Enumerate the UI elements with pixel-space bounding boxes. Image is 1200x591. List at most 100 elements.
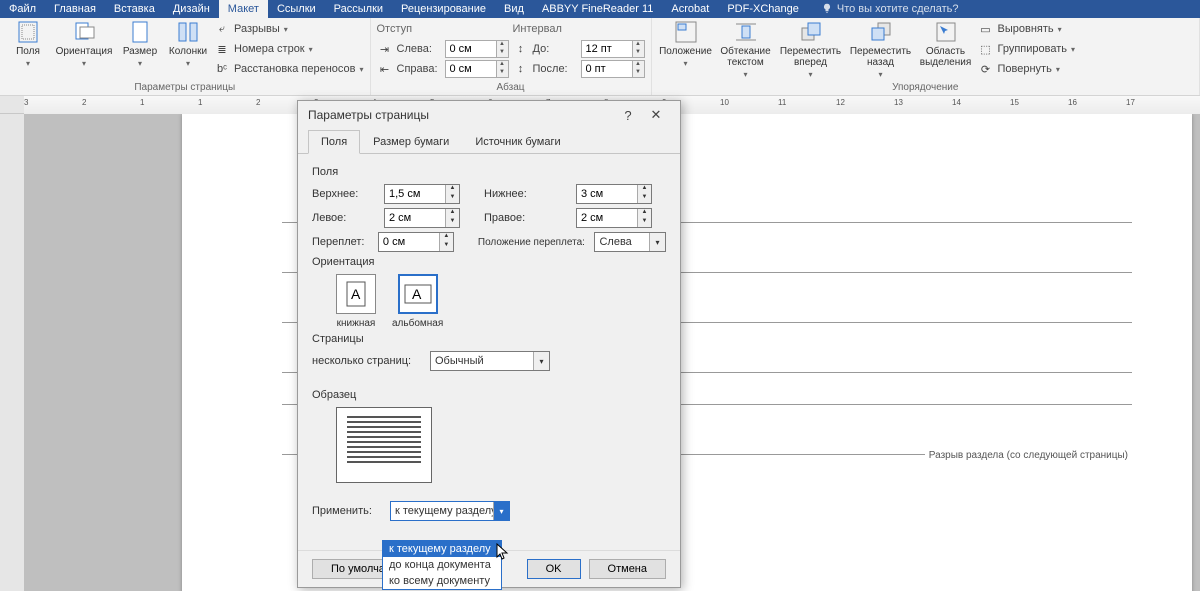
apply-option-to-end[interactable]: до конца документа — [383, 557, 501, 573]
space-after-icon: ↕ — [513, 61, 529, 77]
top-margin-input[interactable]: ▲▼ — [384, 184, 460, 204]
lightbulb-icon — [821, 3, 833, 15]
svg-text:A: A — [351, 286, 361, 302]
multi-pages-label: несколько страниц: — [312, 355, 422, 367]
breaks-icon: ⤶ — [214, 21, 230, 37]
page-setup-dialog: Параметры страницы ? ✕ Поля Размер бумаг… — [297, 100, 681, 588]
top-margin-label: Верхнее: — [312, 188, 376, 200]
align-icon: ▭ — [978, 21, 994, 37]
section-break-label: Разрыв раздела (со следующей страницы) — [925, 450, 1132, 461]
left-margin-input[interactable]: ▲▼ — [384, 208, 460, 228]
gutter-label: Переплет: — [312, 236, 370, 248]
bring-forward-icon — [799, 20, 823, 44]
orientation-portrait[interactable]: A книжная — [336, 274, 376, 329]
line-numbers-button[interactable]: ≣Номера строк ▾ — [214, 40, 364, 58]
multi-pages-select[interactable]: Обычный▾ — [430, 351, 550, 371]
right-margin-label: Правое: — [484, 212, 568, 224]
margins-header: Поля — [312, 166, 666, 178]
preview-pane — [336, 407, 432, 483]
bring-forward-button[interactable]: Переместить вперед▾ — [778, 20, 844, 79]
ribbon: Поля▾ Ориентация▾ Размер▾ Колонки▾ ⤶Разр… — [0, 18, 1200, 96]
gutter-pos-select[interactable]: Слева▾ — [594, 232, 666, 252]
gutter-input[interactable]: ▲▼ — [378, 232, 454, 252]
menu-insert[interactable]: Вставка — [105, 0, 164, 18]
menu-mailings[interactable]: Рассылки — [325, 0, 392, 18]
ok-button[interactable]: OK — [527, 559, 581, 579]
apply-to-dropdown: к текущему разделу до конца документа ко… — [382, 540, 502, 590]
menu-view[interactable]: Вид — [495, 0, 533, 18]
position-button[interactable]: Положение▾ — [658, 20, 714, 68]
group-label-page-setup: Параметры страницы — [6, 82, 364, 95]
position-icon — [674, 20, 698, 44]
dialog-tabs: Поля Размер бумаги Источник бумаги — [298, 129, 680, 154]
apply-to-select[interactable]: к текущему разделу▾ — [390, 501, 510, 521]
menu-layout[interactable]: Макет — [219, 0, 268, 18]
tab-paper[interactable]: Размер бумаги — [360, 130, 462, 154]
size-button[interactable]: Размер▾ — [118, 20, 162, 68]
group-icon: ⬚ — [978, 41, 994, 57]
menu-pdfxchange[interactable]: PDF-XChange — [718, 0, 808, 18]
apply-option-whole-doc[interactable]: ко всему документу — [383, 573, 501, 589]
rotate-icon: ⟳ — [978, 61, 994, 77]
breaks-button[interactable]: ⤶Разрывы ▾ — [214, 20, 364, 38]
indent-right-input[interactable]: ▲▼ — [445, 60, 509, 78]
orientation-header: Ориентация — [312, 256, 666, 268]
margins-icon — [16, 20, 40, 44]
group-button[interactable]: ⬚Группировать ▾ — [978, 40, 1076, 58]
group-page-setup: Поля▾ Ориентация▾ Размер▾ Колонки▾ ⤶Разр… — [0, 18, 371, 95]
menu-file[interactable]: Файл — [0, 0, 45, 18]
hyphenation-icon: bᶜ — [214, 61, 230, 77]
menu-acrobat[interactable]: Acrobat — [662, 0, 718, 18]
margins-button[interactable]: Поля▾ — [6, 20, 50, 68]
group-label-paragraph: Абзац — [377, 82, 645, 95]
hyphenation-button[interactable]: bᶜРасстановка переносов ▾ — [214, 60, 364, 78]
send-backward-button[interactable]: Переместить назад▾ — [848, 20, 914, 79]
group-label-arrange: Упорядочение — [658, 82, 1194, 95]
pages-header: Страницы — [312, 333, 666, 345]
help-button[interactable]: ? — [614, 108, 642, 123]
send-backward-icon — [869, 20, 893, 44]
tab-layout[interactable]: Источник бумаги — [462, 130, 573, 154]
menu-references[interactable]: Ссылки — [268, 0, 325, 18]
left-margin-label: Левое: — [312, 212, 376, 224]
selection-pane-button[interactable]: Область выделения — [918, 20, 974, 68]
svg-text:A: A — [412, 286, 422, 302]
bottom-margin-label: Нижнее: — [484, 188, 568, 200]
indent-right-icon: ⇤ — [377, 61, 393, 77]
group-arrange: Положение▾ Обтекание текстом▾ Переместит… — [652, 18, 1200, 95]
vertical-ruler[interactable] — [0, 114, 24, 591]
menu-home[interactable]: Главная — [45, 0, 105, 18]
space-before-icon: ↕ — [513, 41, 529, 57]
align-button[interactable]: ▭Выровнять ▾ — [978, 20, 1076, 38]
selection-pane-icon — [934, 20, 958, 44]
menubar: Файл Главная Вставка Дизайн Макет Ссылки… — [0, 0, 1200, 18]
dialog-title: Параметры страницы — [308, 108, 429, 122]
indent-header: Отступ — [377, 20, 509, 38]
bottom-margin-input[interactable]: ▲▼ — [576, 184, 652, 204]
orientation-icon — [72, 20, 96, 44]
tell-me[interactable]: Что вы хотите сделать? — [812, 0, 968, 18]
columns-button[interactable]: Колонки▾ — [166, 20, 210, 68]
wrap-icon — [734, 20, 758, 44]
group-paragraph: Отступ ⇥Слева:▲▼ ⇤Справа:▲▼ Интервал ↕До… — [371, 18, 652, 95]
tab-margins[interactable]: Поля — [308, 130, 360, 154]
menu-design[interactable]: Дизайн — [164, 0, 219, 18]
space-after-input[interactable]: ▲▼ — [581, 60, 645, 78]
orientation-button[interactable]: Ориентация▾ — [54, 20, 114, 68]
menu-review[interactable]: Рецензирование — [392, 0, 495, 18]
right-margin-input[interactable]: ▲▼ — [576, 208, 652, 228]
close-button[interactable]: ✕ — [642, 107, 670, 123]
orientation-landscape[interactable]: A альбомная — [392, 274, 443, 329]
menu-abbyy[interactable]: ABBYY FineReader 11 — [533, 0, 663, 18]
line-numbers-icon: ≣ — [214, 41, 230, 57]
cancel-button[interactable]: Отмена — [589, 559, 666, 579]
space-before-input[interactable]: ▲▼ — [581, 40, 645, 58]
wrap-text-button[interactable]: Обтекание текстом▾ — [718, 20, 774, 79]
indent-left-input[interactable]: ▲▼ — [445, 40, 509, 58]
gutter-pos-label: Положение переплета: — [478, 237, 587, 248]
apply-option-current-section[interactable]: к текущему разделу — [383, 541, 501, 557]
rotate-button[interactable]: ⟳Повернуть ▾ — [978, 60, 1076, 78]
size-icon — [128, 20, 152, 44]
indent-left-icon: ⇥ — [377, 41, 393, 57]
preview-header: Образец — [312, 389, 666, 401]
